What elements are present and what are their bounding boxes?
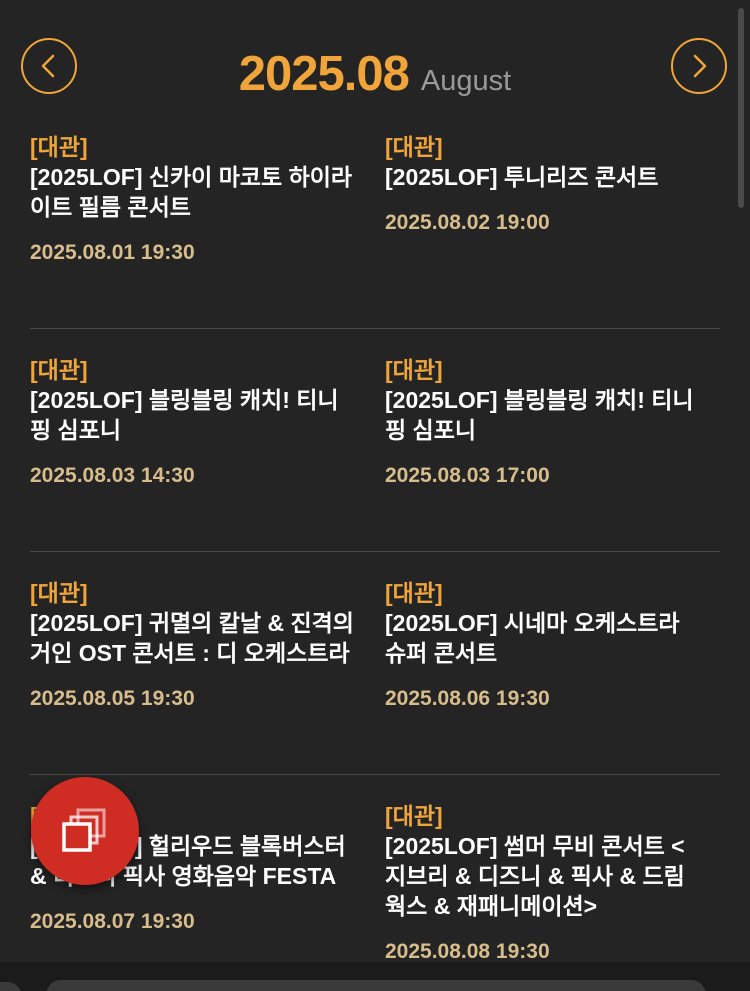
event-tag: [대관] <box>30 580 88 606</box>
event-title: [2025LOF] 블링블링 캐치! 티니핑 심포니 <box>385 387 694 443</box>
address-bar[interactable] <box>46 980 706 991</box>
event-tag: [대관] <box>385 134 443 160</box>
event-list: [대관] [2025LOF] 신카이 마코토 하이라이트 필름 콘서트 2025… <box>30 132 720 991</box>
event-card[interactable]: [대관] [2025LOF] 귀멸의 칼날 & 진격의 거인 OST 콘서트 :… <box>30 578 375 774</box>
event-tag: [대관] <box>30 134 88 160</box>
month-name: August <box>420 65 512 97</box>
event-date: 2025.08.06 19:30 <box>385 687 550 710</box>
event-date: 2025.08.07 19:30 <box>30 910 195 933</box>
event-tag: [대관] <box>385 580 443 606</box>
copy-windows-icon <box>62 808 106 852</box>
event-date: 2025.08.01 19:30 <box>30 241 195 264</box>
event-title: [2025LOF] 귀멸의 칼날 & 진격의 거인 OST 콘서트 : 디 오케… <box>30 610 354 666</box>
month-year: 2025.08 <box>238 47 410 101</box>
event-title: [2025LOF] 투니리즈 콘서트 <box>385 164 659 190</box>
event-card[interactable]: [대관] [2025LOF] 신카이 마코토 하이라이트 필름 콘서트 2025… <box>30 132 375 328</box>
event-card[interactable]: [대관] [2025LOF] 투니리즈 콘서트 2025.08.02 19:00 <box>375 132 720 328</box>
event-tag: [대관] <box>30 357 88 383</box>
browser-bottom-bar <box>0 962 750 991</box>
toolbar-button[interactable] <box>0 982 22 991</box>
event-date: 2025.08.05 19:30 <box>30 687 195 710</box>
next-month-button[interactable] <box>671 38 727 94</box>
event-card[interactable]: [대관] [2025LOF] 블링블링 캐치! 티니핑 심포니 2025.08.… <box>375 355 720 551</box>
event-title: [2025LOF] 블링블링 캐치! 티니핑 심포니 <box>30 387 339 443</box>
event-row: [대관] [2025LOF] 신카이 마코토 하이라이트 필름 콘서트 2025… <box>30 132 720 329</box>
event-card[interactable]: [대관] [2025LOF] 시네마 오케스트라 슈퍼 콘서트 2025.08.… <box>375 578 720 774</box>
event-date: 2025.08.03 14:30 <box>30 464 195 487</box>
event-row: [대관] [2025LOF] 귀멸의 칼날 & 진격의 거인 OST 콘서트 :… <box>30 578 720 775</box>
chevron-right-icon <box>693 54 707 78</box>
event-title: [2025LOF] 신카이 마코토 하이라이트 필름 콘서트 <box>30 164 353 220</box>
event-date: 2025.08.02 19:00 <box>385 211 550 234</box>
event-card[interactable]: [대관] [2025LOF] 블링블링 캐치! 티니핑 심포니 2025.08.… <box>30 355 375 551</box>
event-calendar-page: 2025.08 August [대관] [2025LOF] 신카이 마코토 하이라… <box>0 0 750 991</box>
month-title: 2025.08 August <box>0 46 750 102</box>
event-row: [대관] [2025LOF] 블링블링 캐치! 티니핑 심포니 2025.08.… <box>30 355 720 552</box>
event-tag: [대관] <box>385 803 443 829</box>
floating-action-button[interactable] <box>31 777 139 885</box>
month-header: 2025.08 August <box>0 36 750 116</box>
event-tag: [대관] <box>385 357 443 383</box>
event-title: [2025LOF] 썸머 무비 콘서트 < 지브리 & 디즈니 & 픽사 & 드… <box>385 833 685 919</box>
event-title: [2025LOF] 시네마 오케스트라 슈퍼 콘서트 <box>385 610 680 666</box>
event-date: 2025.08.03 17:00 <box>385 464 550 487</box>
